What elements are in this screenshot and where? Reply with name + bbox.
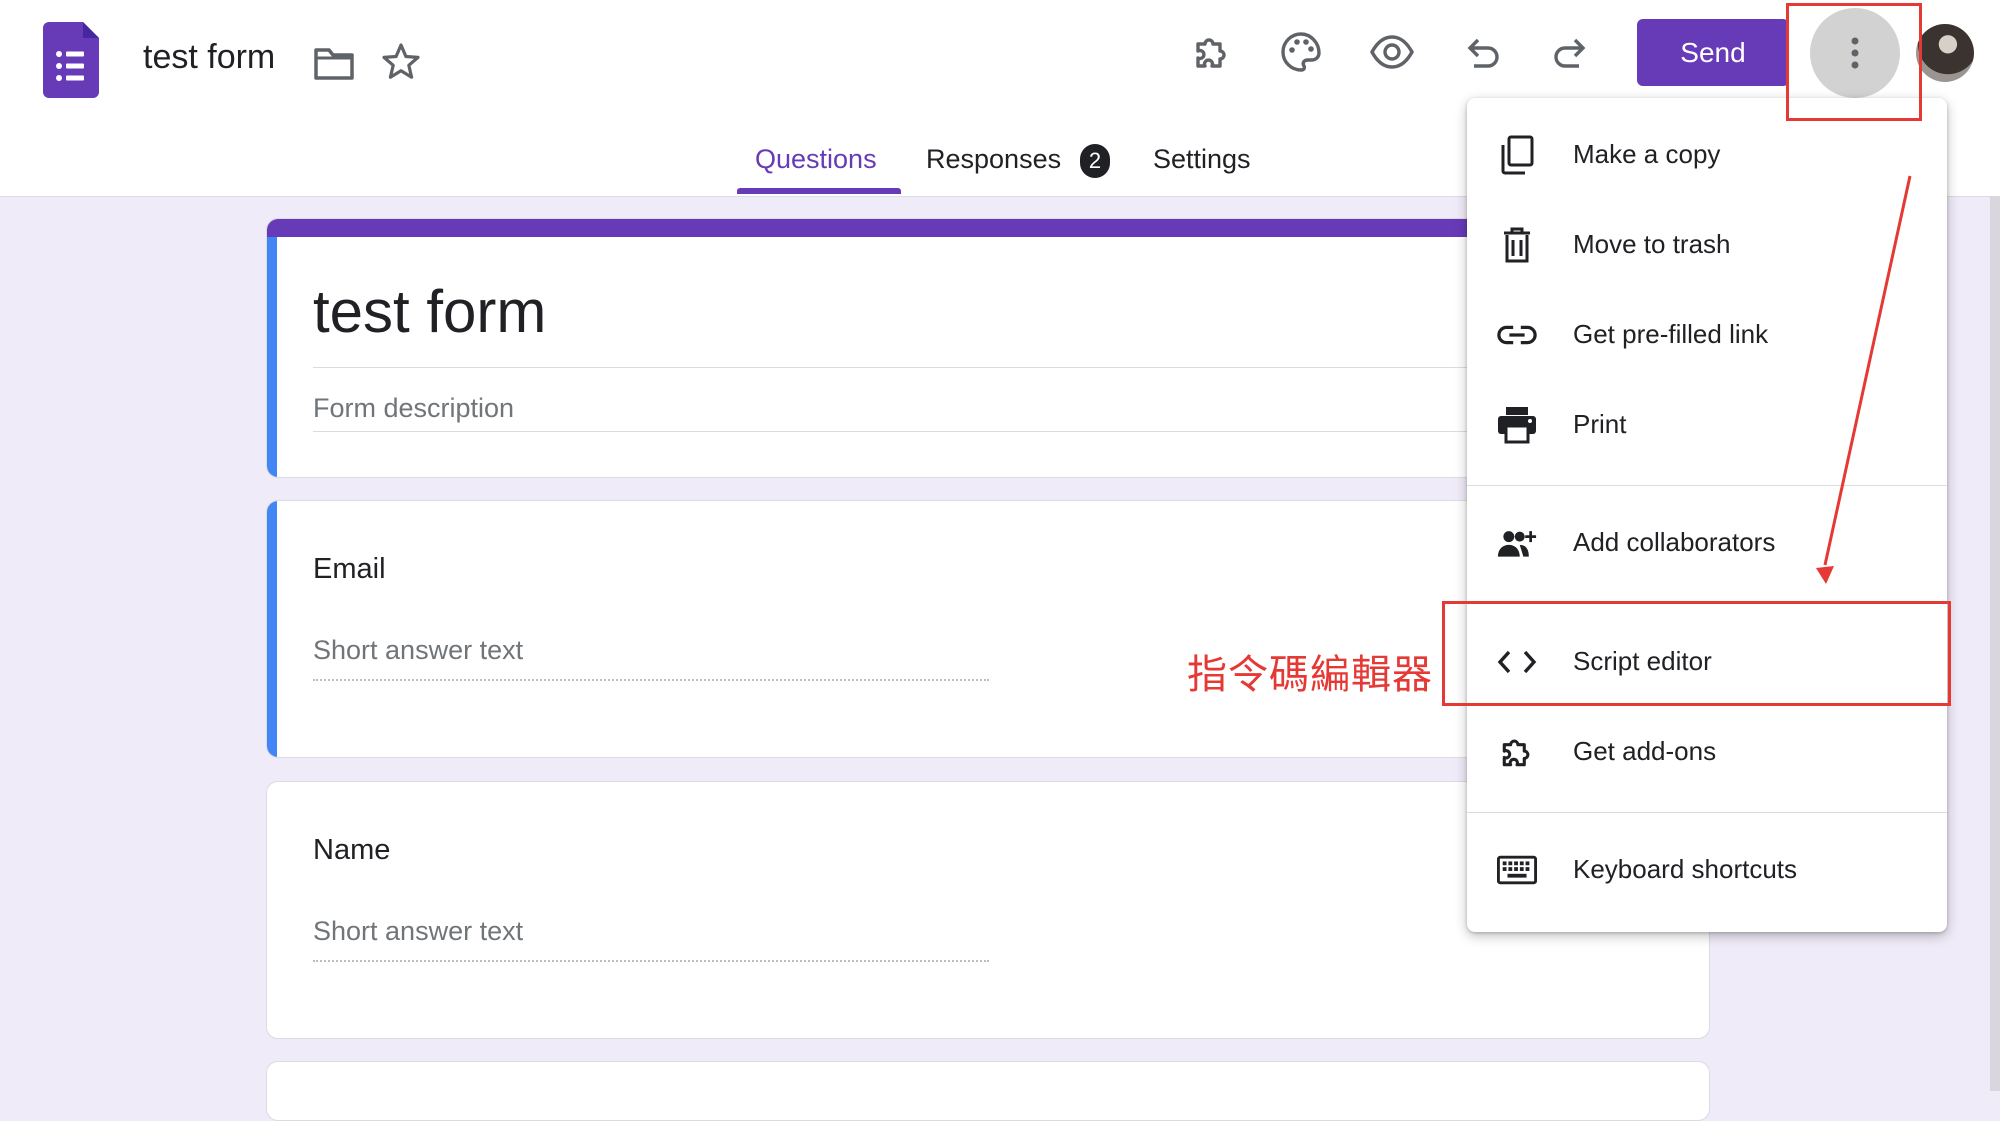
menu-item-add-collaborators[interactable]: Add collaborators xyxy=(1467,503,1947,583)
menu-divider xyxy=(1467,485,1947,486)
keyboard-icon xyxy=(1497,850,1537,890)
folder-icon[interactable] xyxy=(313,45,355,81)
question-title[interactable]: Email xyxy=(313,553,386,586)
answer-dotted-line xyxy=(313,960,989,962)
preview-eye-icon[interactable] xyxy=(1368,28,1416,76)
short-answer-placeholder: Short answer text xyxy=(313,635,524,665)
question-card-next[interactable] xyxy=(266,1061,1710,1121)
highlight-script-editor xyxy=(1442,601,1951,706)
menu-item-move-trash[interactable]: Move to trash xyxy=(1467,205,1947,285)
highlight-more-button xyxy=(1786,3,1922,121)
question-title[interactable]: Name xyxy=(313,834,390,867)
description-underline xyxy=(313,431,1669,432)
copy-icon xyxy=(1497,135,1537,175)
annotation-label: 指令碼編輯器 xyxy=(1187,652,1433,698)
user-avatar[interactable] xyxy=(1916,24,1974,82)
palette-icon[interactable] xyxy=(1277,28,1325,76)
link-icon xyxy=(1497,315,1537,355)
menu-item-print[interactable]: Print xyxy=(1467,385,1947,465)
addon-icon[interactable] xyxy=(1188,28,1236,76)
addon-icon xyxy=(1497,732,1537,772)
title-underline xyxy=(313,367,1669,368)
card-accent-left xyxy=(267,501,277,757)
menu-item-get-addons[interactable]: Get add-ons xyxy=(1467,712,1947,792)
tab-responses[interactable]: Responses xyxy=(926,144,1061,175)
menu-divider xyxy=(1467,812,1947,813)
responses-count-badge: 2 xyxy=(1080,144,1110,178)
short-answer-placeholder: Short answer text xyxy=(313,916,524,946)
menu-item-keyboard-shortcuts[interactable]: Keyboard shortcuts xyxy=(1467,830,1947,910)
form-description-input[interactable]: Form description xyxy=(313,393,514,424)
form-title[interactable]: test form xyxy=(313,277,546,346)
tab-settings[interactable]: Settings xyxy=(1153,144,1251,175)
tab-questions[interactable]: Questions xyxy=(755,144,877,175)
redo-icon[interactable] xyxy=(1547,28,1595,76)
menu-item-make-copy[interactable]: Make a copy xyxy=(1467,115,1947,195)
undo-icon[interactable] xyxy=(1458,28,1506,76)
star-icon[interactable] xyxy=(381,42,421,82)
page-scrollbar[interactable] xyxy=(1990,196,2000,1091)
menu-item-prefilled-link[interactable]: Get pre-filled link xyxy=(1467,295,1947,375)
trash-icon xyxy=(1497,225,1537,265)
send-button[interactable]: Send xyxy=(1637,19,1789,86)
card-accent-left xyxy=(267,237,277,477)
forms-logo-icon[interactable] xyxy=(43,22,99,98)
answer-dotted-line xyxy=(313,679,989,681)
doc-title[interactable]: test form xyxy=(143,38,275,77)
add-people-icon xyxy=(1497,523,1537,563)
print-icon xyxy=(1497,405,1537,445)
active-tab-indicator xyxy=(737,188,901,194)
more-options-menu: Make a copy Move to trash Get pre-filled… xyxy=(1467,98,1947,932)
